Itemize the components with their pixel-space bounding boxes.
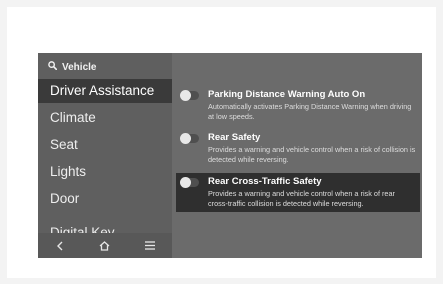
settings-panel: Parking Distance Warning Auto On Automat…: [172, 53, 422, 258]
toggle-knob: [180, 90, 191, 101]
sidebar-item-driver-assistance[interactable]: Driver Assistance: [38, 79, 172, 103]
sidebar: Vehicle Driver Assistance Climate Seat L…: [38, 53, 172, 258]
toggle-switch[interactable]: [180, 90, 199, 101]
setting-title: Parking Distance Warning Auto On: [208, 89, 366, 100]
home-icon[interactable]: [95, 236, 115, 256]
back-chevron-icon[interactable]: [50, 236, 70, 256]
sidebar-item-seat[interactable]: Seat: [38, 133, 172, 157]
toggle-switch[interactable]: [180, 177, 199, 188]
setting-title: Rear Cross-Traffic Safety: [208, 176, 322, 187]
infotainment-screen: Vehicle Driver Assistance Climate Seat L…: [38, 53, 422, 258]
search-icon[interactable]: [48, 61, 62, 73]
setting-parking-distance-warning[interactable]: Parking Distance Warning Auto On Automat…: [176, 86, 420, 125]
toggle-switch[interactable]: [180, 133, 199, 144]
toggle-knob: [180, 133, 191, 144]
sidebar-item-lights[interactable]: Lights: [38, 160, 172, 184]
bottom-bar: [38, 233, 172, 258]
setting-description: Automatically activates Parking Distance…: [208, 102, 412, 121]
menu-icon[interactable]: [140, 236, 160, 256]
setting-rear-safety[interactable]: Rear Safety Provides a warning and vehic…: [176, 129, 420, 168]
setting-rear-cross-traffic-safety[interactable]: Rear Cross-Traffic Safety Provides a war…: [176, 173, 420, 212]
setting-title: Rear Safety: [208, 132, 261, 143]
page: Vehicle Driver Assistance Climate Seat L…: [0, 0, 443, 284]
toggle-knob: [180, 177, 191, 188]
frame: Vehicle Driver Assistance Climate Seat L…: [7, 7, 436, 278]
sidebar-item-climate[interactable]: Climate: [38, 106, 172, 130]
sidebar-item-digital-key[interactable]: Digital Key: [38, 221, 172, 233]
sidebar-item-door[interactable]: Door: [38, 187, 172, 211]
sidebar-header-label: Vehicle: [62, 61, 97, 73]
setting-description: Provides a warning and vehicle control w…: [208, 189, 395, 208]
sidebar-header[interactable]: Vehicle: [48, 59, 96, 75]
setting-description: Provides a warning and vehicle control w…: [208, 145, 416, 164]
